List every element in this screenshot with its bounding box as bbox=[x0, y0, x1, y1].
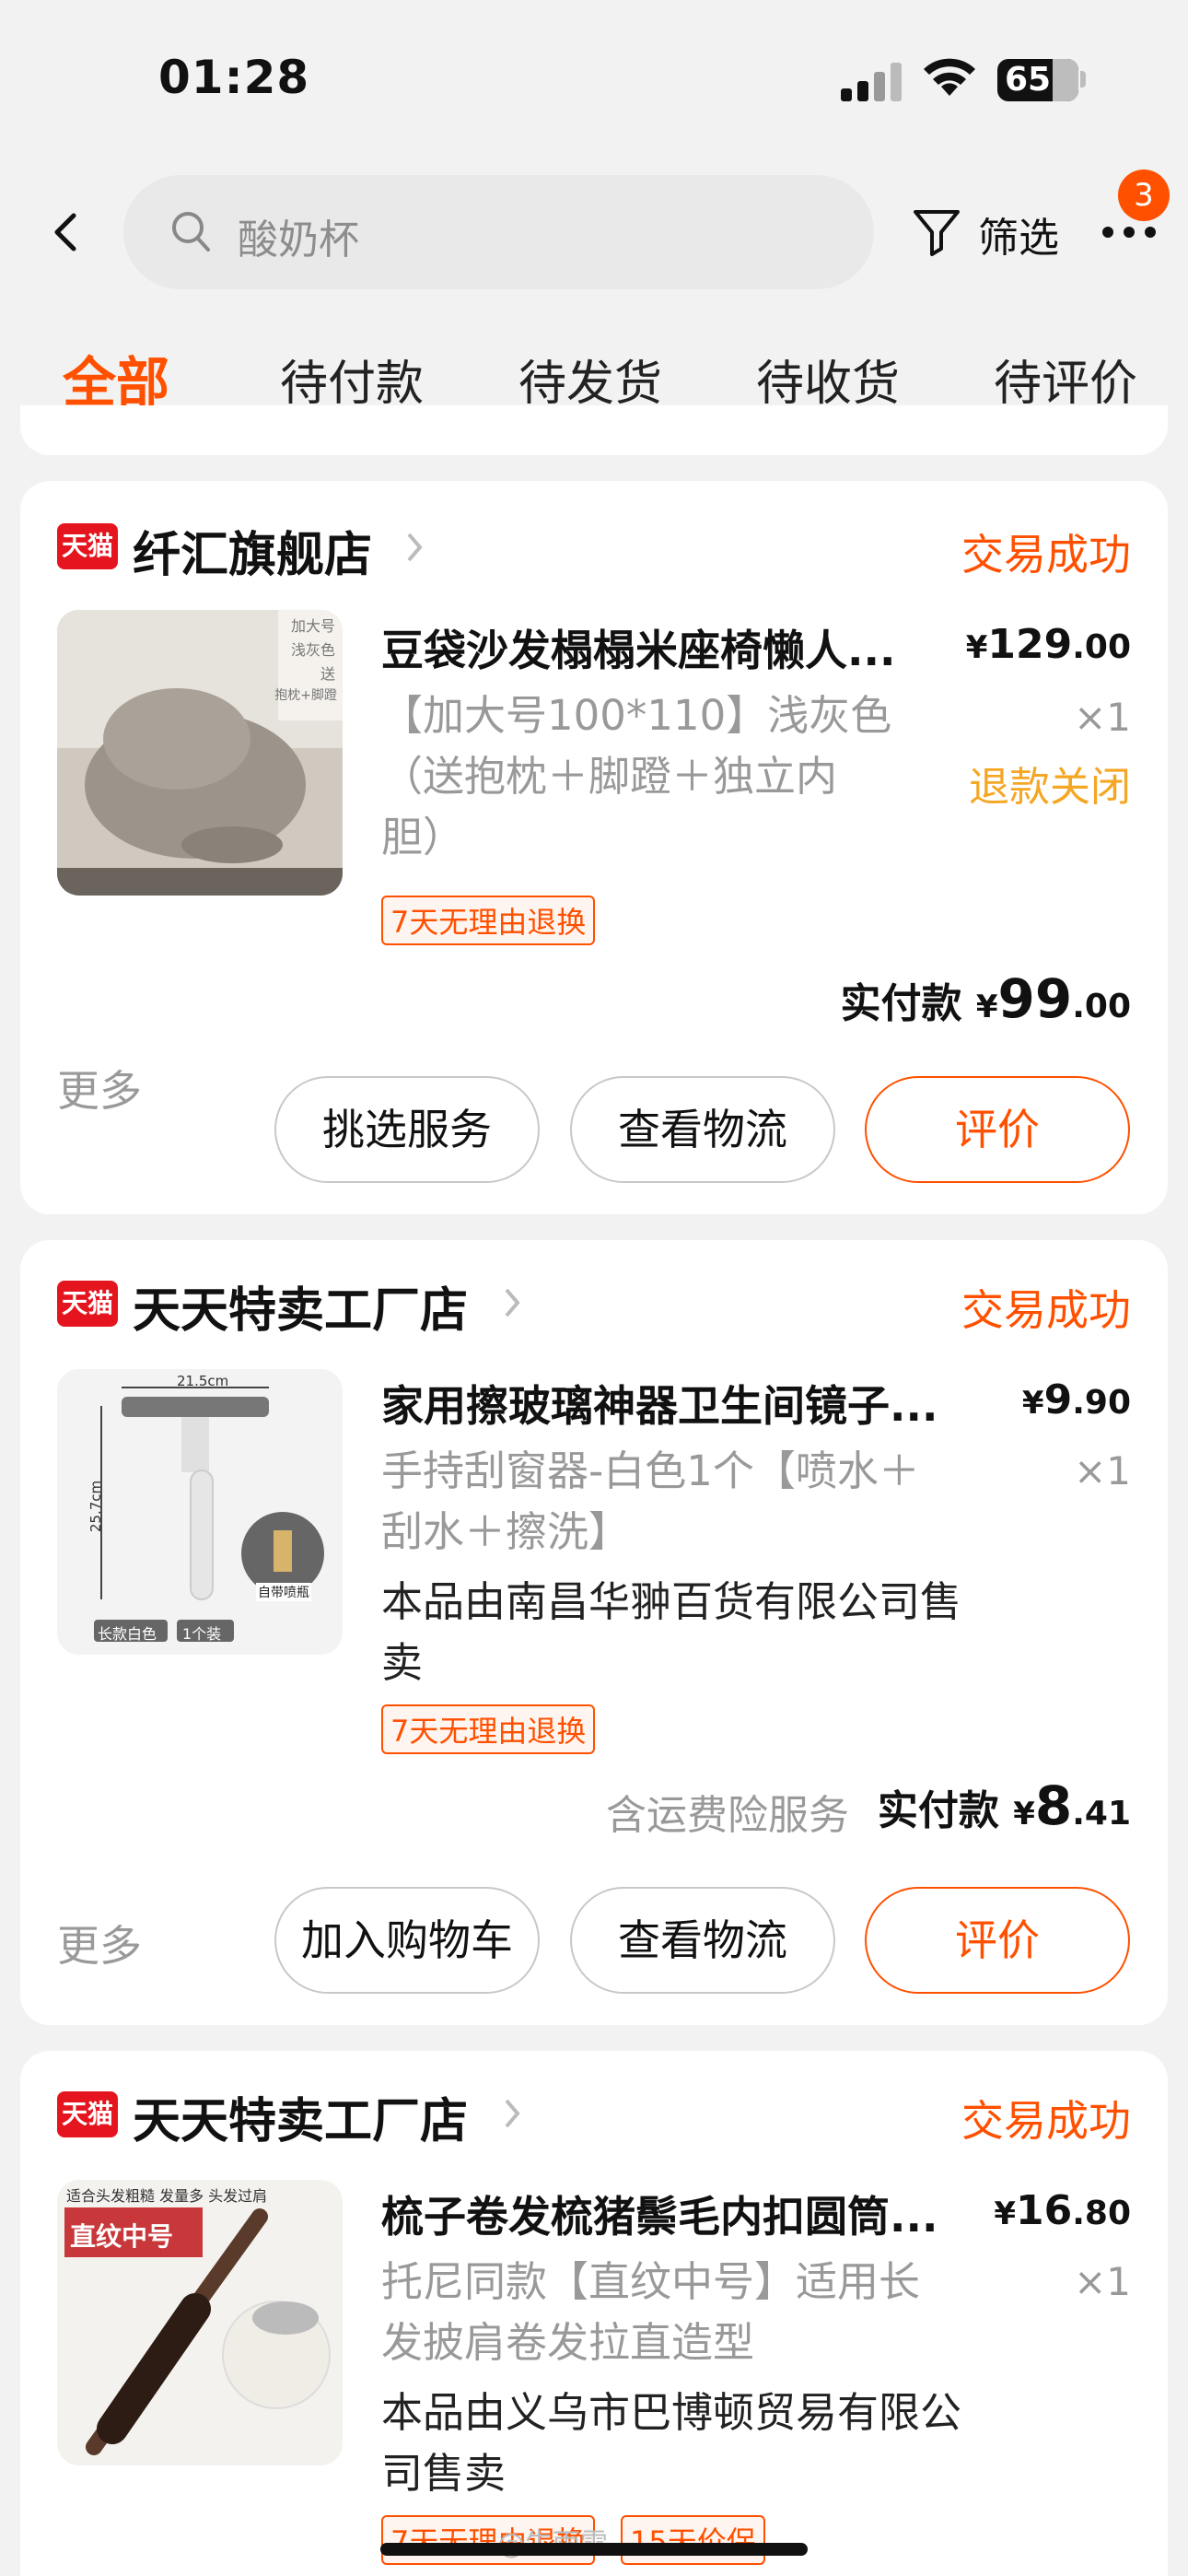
product-price: ¥129.00 bbox=[965, 621, 1131, 668]
product-image[interactable]: 加大号 浅灰色 送 抱枕+脚蹬 bbox=[57, 610, 343, 896]
amount-paid: 实付款 ¥8.41 bbox=[877, 1774, 1131, 1837]
product-spec: 托尼同款【直纹中号】适用长发披肩卷发拉直造型 bbox=[381, 2257, 921, 2367]
amount-paid: 实付款 ¥99.00 bbox=[840, 967, 1132, 1030]
tab-pending-review[interactable]: 待评价 bbox=[994, 345, 1137, 414]
notification-badge: 3 bbox=[1118, 170, 1170, 221]
tmall-badge: 天猫 bbox=[57, 1281, 118, 1327]
search-query[interactable]: 酸奶杯 bbox=[238, 206, 359, 265]
add-to-cart-button[interactable]: 加入购物车 bbox=[274, 1887, 540, 1994]
filter-icon[interactable] bbox=[910, 205, 963, 258]
chevron-right-icon[interactable] bbox=[403, 529, 425, 566]
product-title[interactable]: 豆袋沙发榻榻米座椅懒人... bbox=[381, 617, 925, 678]
product-spec: 手持刮窗器-白色1个【喷水＋刮水＋擦洗】 bbox=[381, 1446, 920, 1556]
filter-button[interactable]: 筛选 bbox=[978, 205, 1059, 263]
image-label-tagline: 适合头发粗糙 发量多 头发过肩 bbox=[66, 2187, 268, 2205]
image-label-variant: 长款白色 bbox=[98, 1625, 157, 1643]
product-quantity: ×1 bbox=[1074, 2259, 1131, 2304]
view-logistics-button[interactable]: 查看物流 bbox=[570, 1076, 835, 1183]
tmall-badge: 天猫 bbox=[57, 523, 118, 569]
chevron-right-icon[interactable] bbox=[501, 1284, 523, 1321]
shop-name[interactable]: 天天特卖工厂店 bbox=[133, 2082, 468, 2151]
image-label-gift: 送 bbox=[320, 665, 335, 683]
previous-order-card bbox=[20, 405, 1168, 455]
image-label-count: 1个装 bbox=[182, 1625, 222, 1643]
seller-info: 本品由义乌市巴博顿贸易有限公司售卖 bbox=[381, 2388, 962, 2498]
order-status: 交易成功 bbox=[961, 2096, 1131, 2146]
battery-icon: 65 bbox=[997, 59, 1078, 101]
select-service-button[interactable]: 挑选服务 bbox=[274, 1076, 540, 1183]
return-policy-tag: 7天无理由退换 bbox=[381, 896, 596, 945]
tab-pending-payment[interactable]: 待付款 bbox=[280, 345, 424, 414]
tmall-badge: 天猫 bbox=[57, 2091, 118, 2137]
order-card: 天猫 纤汇旗舰店 交易成功 加大号 浅灰色 送 抱枕+脚蹬 豆袋沙发榻榻米座椅懒… bbox=[20, 481, 1168, 1214]
shop-name[interactable]: 天天特卖工厂店 bbox=[133, 1271, 468, 1341]
more-link[interactable]: 更多 bbox=[57, 1058, 142, 1118]
refund-status[interactable]: 退款关闭 bbox=[969, 754, 1131, 813]
product-quantity: ×1 bbox=[1074, 695, 1131, 740]
view-logistics-button[interactable]: 查看物流 bbox=[570, 1887, 835, 1994]
product-quantity: ×1 bbox=[1074, 1448, 1131, 1493]
product-price: ¥16.80 bbox=[994, 2187, 1131, 2234]
image-label-height: 25.7cm bbox=[87, 1480, 105, 1533]
shop-name[interactable]: 纤汇旗舰店 bbox=[133, 516, 372, 585]
seller-info: 本品由南昌华翀百货有限公司售卖 bbox=[381, 1577, 962, 1687]
search-input[interactable] bbox=[123, 175, 874, 289]
more-options-icon[interactable] bbox=[1101, 223, 1158, 241]
back-arrow-icon[interactable] bbox=[48, 205, 85, 260]
image-label-feature: 自带喷瓶 bbox=[256, 1583, 311, 1601]
review-button[interactable]: 评价 bbox=[865, 1887, 1130, 1994]
price-protection-tag: 15天价保 bbox=[621, 2515, 765, 2565]
product-title[interactable]: 家用擦玻璃神器卫生间镜子... bbox=[381, 1373, 952, 1434]
image-label-variant: 直纹中号 bbox=[70, 2221, 174, 2252]
product-spec: 【加大号100*110】浅灰色（送抱枕＋脚蹬＋独立内胆） bbox=[381, 691, 892, 861]
product-image[interactable]: 21.5cm 25.7cm 长款白色 1个装 自带喷瓶 bbox=[57, 1369, 343, 1655]
product-image[interactable]: 适合头发粗糙 发量多 头发过肩 直纹中号 bbox=[57, 2180, 343, 2465]
image-label-color: 浅灰色 bbox=[290, 641, 335, 659]
product-price: ¥9.90 bbox=[1021, 1376, 1131, 1423]
image-label-extras: 抱枕+脚蹬 bbox=[274, 688, 337, 703]
return-policy-tag: 7天无理由退换 bbox=[381, 1704, 596, 1754]
status-time: 01:28 bbox=[158, 51, 310, 104]
more-link[interactable]: 更多 bbox=[57, 1913, 142, 1973]
order-card: 天猫 天天特卖工厂店 交易成功 适合头发粗糙 发量多 头发过肩 直纹中号 梳子卷… bbox=[20, 2051, 1168, 2576]
image-label-size: 加大号 bbox=[290, 617, 335, 635]
tab-pending-shipment[interactable]: 待发货 bbox=[518, 345, 662, 414]
order-status: 交易成功 bbox=[961, 530, 1131, 580]
home-indicator[interactable] bbox=[380, 2543, 808, 2556]
product-title[interactable]: 梳子卷发梳猪鬃毛内扣圆筒... bbox=[381, 2184, 952, 2244]
battery-level: 65 bbox=[1005, 61, 1052, 99]
review-button[interactable]: 评价 bbox=[865, 1076, 1130, 1183]
order-card: 天猫 天天特卖工厂店 交易成功 21.5cm 25.7cm 长款白色 1个装 自… bbox=[20, 1240, 1168, 2025]
wifi-icon bbox=[924, 58, 975, 96]
search-icon bbox=[172, 212, 210, 252]
cellular-signal-icon bbox=[841, 61, 905, 101]
image-label-width: 21.5cm bbox=[177, 1373, 229, 1389]
shipping-insurance-note: 含运费险服务 bbox=[606, 1792, 849, 1839]
tab-pending-receipt[interactable]: 待收货 bbox=[756, 345, 900, 414]
order-status: 交易成功 bbox=[961, 1285, 1131, 1335]
chevron-right-icon[interactable] bbox=[501, 2095, 523, 2132]
battery-tip bbox=[1080, 71, 1086, 88]
